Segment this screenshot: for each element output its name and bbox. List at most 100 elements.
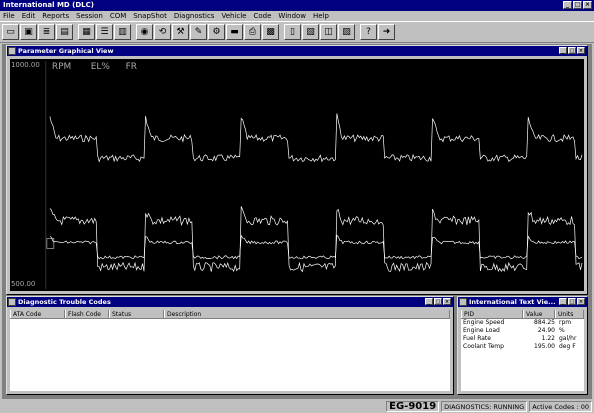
menu-reports[interactable]: Reports <box>42 11 69 21</box>
parameter-plot: 1000.00 500.00 RPM EL% FR <box>11 61 583 290</box>
menu-com[interactable]: COM <box>110 11 126 21</box>
print-icon[interactable]: ⎙ <box>244 24 261 40</box>
col-pid[interactable]: PID <box>461 310 523 318</box>
graph-close-button[interactable]: × <box>577 47 585 54</box>
graph-icon[interactable]: ▨ <box>338 24 355 40</box>
session-icon[interactable]: ▤ <box>56 24 73 40</box>
dtc-header: ATA Code Flash Code Status Description <box>10 310 450 319</box>
legend-rpm: RPM <box>52 62 71 72</box>
app-title-bar: International MD (DLC) _ □ × <box>0 0 594 11</box>
graph-window: Parameter Graphical View _ □ × 1000.00 5… <box>6 45 588 295</box>
graph-minimize-button[interactable]: _ <box>559 47 567 54</box>
dtc-minimize-button[interactable]: _ <box>425 298 433 305</box>
y-top-label: 1000.00 <box>11 61 40 69</box>
graph-window-title-bar[interactable]: Parameter Graphical View _ □ × <box>7 46 587 56</box>
menu-file[interactable]: File <box>3 11 15 21</box>
status-id: EG-9019 <box>386 401 440 412</box>
y-bottom-label: 500.00 <box>11 280 35 288</box>
menu-snapshot[interactable]: SnapShot <box>133 11 167 21</box>
window-icon[interactable]: ▣ <box>20 24 37 40</box>
close-button[interactable]: × <box>583 1 592 9</box>
data-icon[interactable]: ▩ <box>262 24 279 40</box>
menu-help[interactable]: Help <box>313 11 329 21</box>
mdi-workspace: Parameter Graphical View _ □ × 1000.00 5… <box>2 44 592 399</box>
menu-session[interactable]: Session <box>76 11 103 21</box>
toolbar: ▭ ▣ ≣ ▤ ▦ ☰ ▥ ◉ ⟲ ⚒ ✎ ⚙ ▬ ⎙ ▩ ▯ ▧ ◫ ▨ ? … <box>0 21 594 43</box>
menu-vehicle[interactable]: Vehicle <box>221 11 246 21</box>
col-value[interactable]: Value <box>523 310 555 318</box>
text-close-button[interactable]: × <box>577 298 585 305</box>
table-row[interactable]: Fuel Rate 1.22 gal/hr <box>461 335 584 343</box>
maximize-button[interactable]: □ <box>573 1 582 9</box>
app-title: International MD (DLC) <box>3 1 94 9</box>
pid-units: % <box>559 327 565 334</box>
graph-area[interactable]: 1000.00 500.00 RPM EL% FR <box>10 59 584 291</box>
table-row[interactable]: Coolant Temp 195.00 deg F <box>461 343 584 351</box>
help-icon[interactable]: ? <box>360 24 377 40</box>
module-icon[interactable]: ▬ <box>226 24 243 40</box>
dtc-list[interactable]: ATA Code Flash Code Status Description <box>10 310 450 391</box>
param-icon[interactable]: ▯ <box>284 24 301 40</box>
pid-value: 1.22 <box>541 335 555 342</box>
col-ata-code[interactable]: ATA Code <box>10 310 65 318</box>
text-view-window: International Text Vie... _ □ × PID Valu… <box>457 296 588 395</box>
menu-bar: File Edit Reports Session COM SnapShot D… <box>0 11 594 21</box>
menu-code[interactable]: Code <box>254 11 272 21</box>
status-mode: DIAGNOSTICS: RUNNING <box>441 401 528 412</box>
pid-name: Coolant Temp <box>463 343 504 350</box>
pid-list[interactable]: PID Value Units Engine Speed 884.25 rpm … <box>461 310 584 391</box>
menu-diagnostics[interactable]: Diagnostics <box>174 11 215 21</box>
load-trace <box>49 206 583 273</box>
dtc-close-button[interactable]: × <box>443 298 451 305</box>
pid-units: rpm <box>559 319 572 326</box>
graph-maximize-button[interactable]: □ <box>568 47 576 54</box>
list-icon[interactable]: ☰ <box>96 24 113 40</box>
snapshot-icon[interactable]: ◫ <box>320 24 337 40</box>
legend-fr: FR <box>126 62 137 72</box>
col-description[interactable]: Description <box>164 310 450 318</box>
pid-value: 884.25 <box>534 319 555 326</box>
pid-value: 195.00 <box>534 343 555 350</box>
gauge-icon[interactable]: ◉ <box>136 24 153 40</box>
dtc-window-menu-icon[interactable] <box>8 298 16 306</box>
dtc-window-title-bar[interactable]: Diagnostic Trouble Codes _ □ × <box>7 297 453 307</box>
table-row[interactable]: Engine Speed 884.25 rpm <box>461 319 584 327</box>
menu-window[interactable]: Window <box>278 11 306 21</box>
minimize-button[interactable]: _ <box>563 1 572 9</box>
col-flash-code[interactable]: Flash Code <box>65 310 109 318</box>
freeze-icon[interactable]: ▧ <box>302 24 319 40</box>
dtc-window-title: Diagnostic Trouble Codes <box>18 298 111 306</box>
window-menu-icon[interactable] <box>8 47 16 55</box>
grid-icon[interactable]: ▦ <box>78 24 95 40</box>
tool-icon[interactable]: ✎ <box>190 24 207 40</box>
pid-name: Fuel Rate <box>463 335 491 342</box>
col-units[interactable]: Units <box>555 310 584 318</box>
folder-icon[interactable]: ▭ <box>2 24 19 40</box>
text-view-title-bar[interactable]: International Text Vie... _ □ × <box>458 297 587 307</box>
dtc-window: Diagnostic Trouble Codes _ □ × ATA Code … <box>6 296 454 395</box>
pid-name: Engine Load <box>463 327 500 334</box>
text-maximize-button[interactable]: □ <box>568 298 576 305</box>
fuel-rate-trace <box>49 234 583 260</box>
engine-icon[interactable]: ⚙ <box>208 24 225 40</box>
legend-el: EL% <box>91 62 110 72</box>
dtc-maximize-button[interactable]: □ <box>434 298 442 305</box>
text-minimize-button[interactable]: _ <box>559 298 567 305</box>
status-bar: EG-9019 DIAGNOSTICS: RUNNING Active Code… <box>0 400 594 413</box>
text-view-title: International Text Vie... <box>469 298 556 306</box>
pid-value: 24.90 <box>537 327 555 334</box>
wrench-icon[interactable]: ⚒ <box>172 24 189 40</box>
pid-name: Engine Speed <box>463 319 505 326</box>
chart-icon[interactable]: ▥ <box>114 24 131 40</box>
status-active-codes: Active Codes : 00 <box>529 401 592 412</box>
rpm-trace <box>49 113 583 163</box>
menu-edit[interactable]: Edit <box>22 11 36 21</box>
pid-units: deg F <box>559 343 576 350</box>
exit-icon[interactable]: ➜ <box>378 24 395 40</box>
pid-units: gal/hr <box>559 335 577 342</box>
col-status[interactable]: Status <box>109 310 164 318</box>
table-row[interactable]: Engine Load 24.90 % <box>461 327 584 335</box>
text-view-menu-icon[interactable] <box>459 298 467 306</box>
report-icon[interactable]: ≣ <box>38 24 55 40</box>
reset-icon[interactable]: ⟲ <box>154 24 171 40</box>
